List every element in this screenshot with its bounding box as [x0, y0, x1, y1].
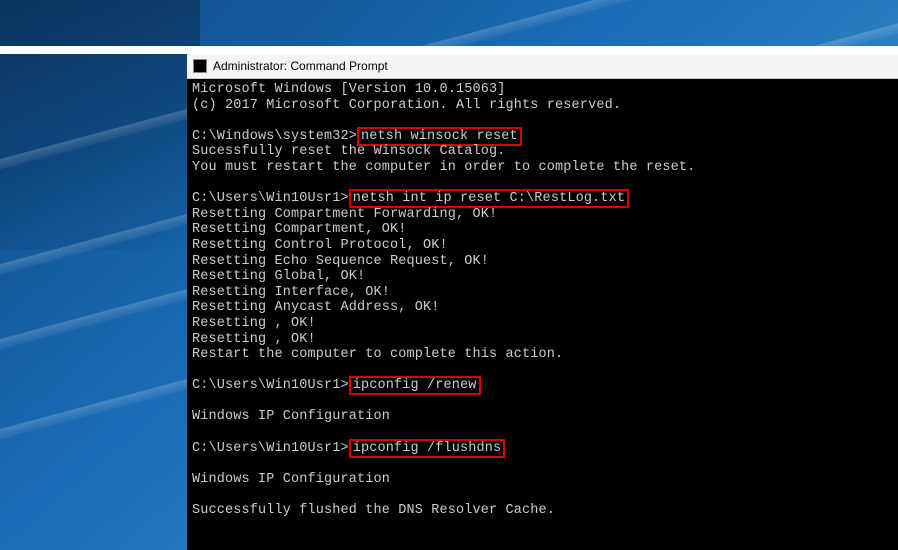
output-line: Windows IP Configuration — [192, 409, 893, 425]
output-line: Successfully flushed the DNS Resolver Ca… — [192, 503, 893, 519]
prompt-path: C:\Windows\system32> — [192, 129, 357, 144]
title-bar[interactable]: Administrator: Command Prompt — [187, 54, 898, 79]
blank-line — [192, 394, 893, 410]
terminal-output[interactable]: Microsoft Windows [Version 10.0.15063](c… — [187, 79, 898, 550]
prompt-line: C:\Users\Win10Usr1>netsh int ip reset C:… — [192, 191, 893, 207]
bg-shadow — [0, 0, 200, 250]
blank-line — [192, 487, 893, 503]
output-line: Resetting Control Protocol, OK! — [192, 238, 893, 254]
highlighted-command: netsh winsock reset — [357, 127, 522, 146]
prompt-path: C:\Users\Win10Usr1> — [192, 378, 349, 393]
blank-line — [192, 456, 893, 472]
output-line: Resetting Global, OK! — [192, 269, 893, 285]
output-line: Windows IP Configuration — [192, 472, 893, 488]
prompt-line: C:\Windows\system32>netsh winsock reset — [192, 129, 893, 145]
output-line: Resetting Compartment, OK! — [192, 222, 893, 238]
blank-line — [192, 113, 893, 129]
prompt-line: C:\Users\Win10Usr1>ipconfig /flushdns — [192, 441, 893, 457]
banner-line: (c) 2017 Microsoft Corporation. All righ… — [192, 98, 893, 114]
blank-line — [192, 425, 893, 441]
banner-line: Microsoft Windows [Version 10.0.15063] — [192, 82, 893, 98]
cmd-icon — [193, 59, 207, 73]
output-line: Resetting Anycast Address, OK! — [192, 300, 893, 316]
blank-line — [192, 363, 893, 379]
highlighted-command: netsh int ip reset C:\RestLog.txt — [349, 189, 629, 208]
command-prompt-window: Administrator: Command Prompt Microsoft … — [187, 54, 898, 550]
prompt-path: C:\Users\Win10Usr1> — [192, 191, 349, 206]
output-line: Resetting , OK! — [192, 316, 893, 332]
output-line: Resetting Interface, OK! — [192, 285, 893, 301]
highlighted-command: ipconfig /flushdns — [349, 439, 506, 458]
output-line: Restart the computer to complete this ac… — [192, 347, 893, 363]
output-line: Resetting Echo Sequence Request, OK! — [192, 254, 893, 270]
output-line: Sucessfully reset the Winsock Catalog. — [192, 144, 893, 160]
output-line: Resetting , OK! — [192, 332, 893, 348]
highlighted-command: ipconfig /renew — [349, 376, 481, 395]
browser-chrome-strip — [0, 46, 898, 54]
window-title: Administrator: Command Prompt — [213, 59, 388, 73]
output-line: You must restart the computer in order t… — [192, 160, 893, 176]
output-line: Resetting Compartment Forwarding, OK! — [192, 207, 893, 223]
prompt-path: C:\Users\Win10Usr1> — [192, 441, 349, 456]
prompt-line: C:\Users\Win10Usr1>ipconfig /renew — [192, 378, 893, 394]
